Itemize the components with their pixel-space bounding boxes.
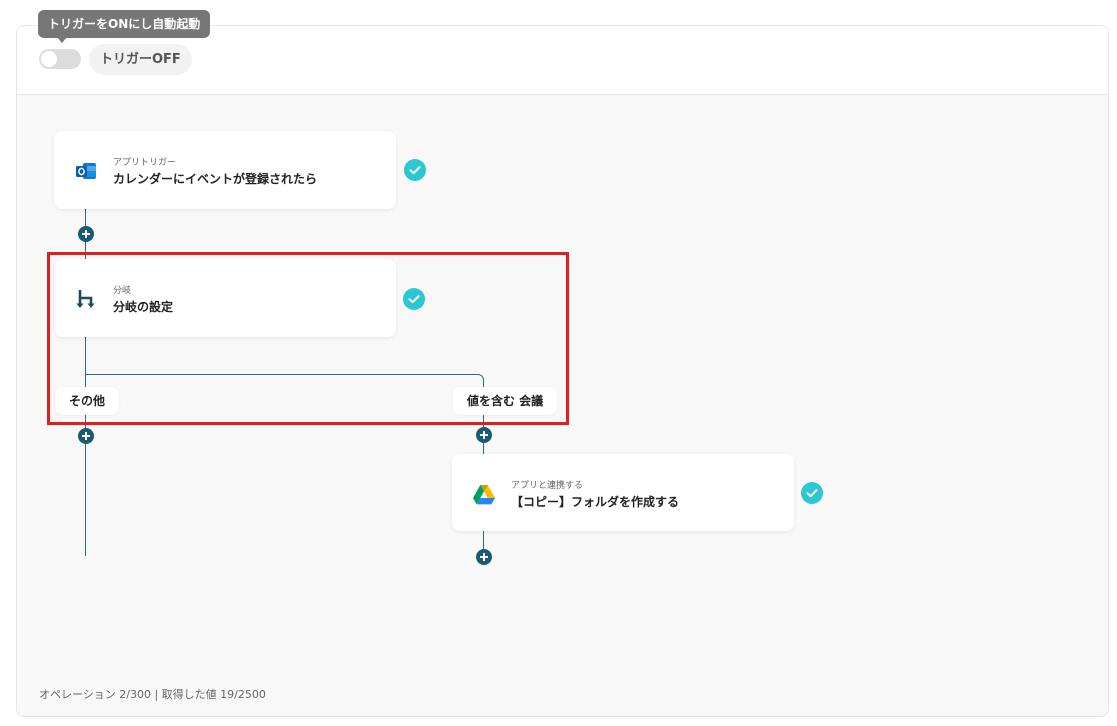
toggle-tooltip: トリガーをONにし自動起動 [38, 10, 211, 38]
usage-counter: オペレーション 2/300 | 取得した値 19/2500 [39, 688, 266, 701]
add-step-button[interactable] [476, 427, 492, 443]
trigger-status-badge: トリガーOFF [89, 44, 192, 75]
workflow-panel [16, 25, 1109, 717]
check-icon [403, 288, 425, 310]
check-icon [801, 482, 823, 504]
step-title: カレンダーにイベントが登録されたら [113, 172, 318, 186]
connector-line [85, 336, 86, 556]
step-title: 分岐の設定 [113, 300, 174, 314]
trigger-toggle[interactable] [39, 49, 81, 69]
branch-label-match[interactable]: 値を含む 会議 [453, 387, 558, 415]
step-subtitle: 分岐 [113, 286, 132, 296]
add-step-button[interactable] [78, 226, 94, 242]
google-drive-icon [472, 482, 496, 506]
add-step-button[interactable] [476, 549, 492, 565]
connector-line [85, 374, 478, 375]
check-icon [404, 159, 426, 181]
action-step-card[interactable]: アプリと連携する 【コピー】フォルダを作成する [452, 454, 794, 531]
outlook-icon [74, 159, 98, 183]
add-step-button[interactable] [78, 428, 94, 444]
branch-step-card[interactable]: 分岐 分岐の設定 [54, 259, 396, 337]
toggle-knob [41, 51, 57, 67]
step-title: 【コピー】フォルダを作成する [511, 495, 680, 509]
branch-icon [74, 287, 98, 311]
branch-label-other[interactable]: その他 [55, 387, 120, 415]
step-subtitle: アプリと連携する [511, 481, 584, 491]
tooltip-arrow [57, 37, 67, 43]
step-subtitle: アプリトリガー [113, 158, 177, 168]
trigger-step-card[interactable]: アプリトリガー カレンダーにイベントが登録されたら [54, 131, 396, 209]
